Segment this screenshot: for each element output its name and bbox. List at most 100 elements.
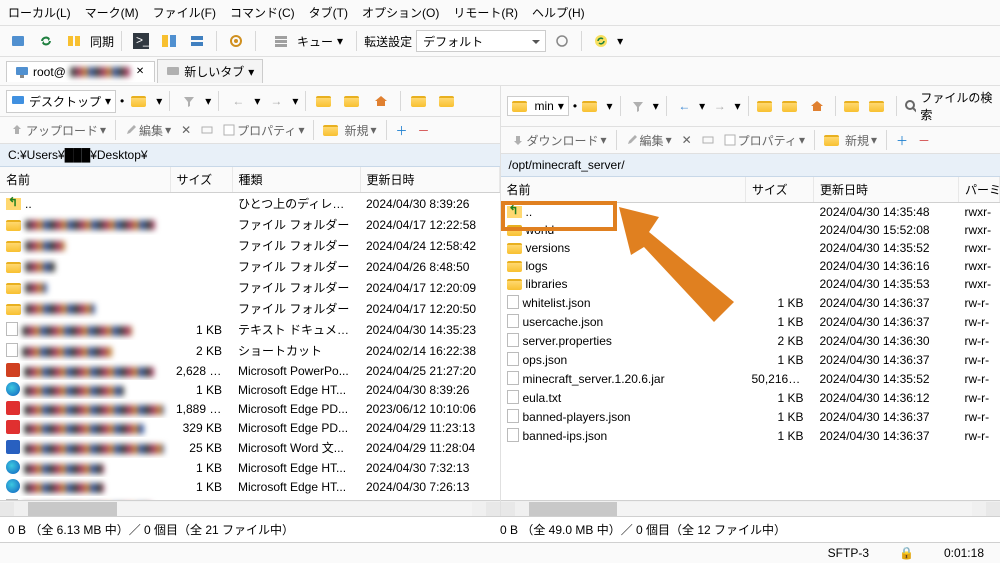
table-row[interactable]: 1 KBテキスト ドキュメント2024/04/30 14:35:23 — [0, 319, 499, 340]
table-row[interactable]: logs2024/04/30 14:36:16rwxr- — [501, 257, 1000, 275]
bookmark-folder-button[interactable] — [408, 89, 432, 113]
table-row[interactable]: ファイル フォルダー2024/04/17 12:22:58 — [0, 214, 499, 235]
new-button[interactable]: 新規 ▾ — [319, 122, 380, 139]
dropdown-arrow-icon[interactable]: ▾ — [617, 34, 623, 48]
menu-file[interactable]: ファイル(F) — [153, 4, 216, 21]
dropdown-arrow-icon[interactable]: ▾ — [337, 34, 343, 48]
properties-button[interactable]: プロパティ ▾ — [219, 122, 308, 139]
menu-remote[interactable]: リモート(R) — [453, 4, 518, 21]
menu-mark[interactable]: マーク(M) — [85, 4, 139, 21]
parent-folder-button[interactable] — [755, 94, 776, 118]
local-file-list[interactable]: 名前 サイズ 種類 更新日時 ..ひとつ上のディレクトリ2024/04/30 8… — [0, 167, 500, 500]
table-row[interactable]: eula.txt1 KB2024/04/30 14:36:12rw-r- — [501, 388, 1000, 407]
rename-button[interactable] — [698, 134, 718, 146]
rename-button[interactable] — [197, 124, 217, 136]
download-button[interactable]: ダウンロード ▾ — [507, 132, 611, 149]
forward-button[interactable]: → — [264, 89, 288, 113]
toolbar-button[interactable] — [185, 29, 209, 53]
table-row[interactable]: 3 KBショートカット2024/04/17 11:40:43 — [0, 496, 499, 500]
table-row[interactable]: whitelist.json1 KB2024/04/30 14:36:37rw-… — [501, 293, 1000, 312]
table-row[interactable]: ..2024/04/30 14:35:48rwxr- — [501, 203, 1000, 222]
table-row[interactable]: ファイル フォルダー2024/04/17 12:20:50 — [0, 298, 499, 319]
table-row[interactable]: ファイル フォルダー2024/04/24 12:58:42 — [0, 235, 499, 256]
root-folder-button[interactable] — [781, 94, 802, 118]
table-row[interactable]: 1,889 KBMicrosoft Edge PD...2023/06/12 1… — [0, 399, 499, 418]
edit-button[interactable]: 編集 ▾ — [622, 132, 676, 149]
col-size[interactable]: サイズ — [746, 177, 814, 203]
home-button[interactable] — [369, 89, 393, 113]
col-name[interactable]: 名前 — [0, 167, 170, 193]
local-location-dropdown[interactable]: デスクトップ ▾ — [6, 90, 116, 113]
col-name[interactable]: 名前 — [501, 177, 746, 203]
parent-folder-button[interactable] — [313, 89, 337, 113]
col-size[interactable]: サイズ — [170, 167, 232, 193]
transfer-settings-button[interactable] — [550, 29, 574, 53]
table-row[interactable]: 329 KBMicrosoft Edge PD...2024/04/29 11:… — [0, 418, 499, 437]
menu-option[interactable]: オプション(O) — [362, 4, 439, 21]
forward-button[interactable]: → — [709, 94, 730, 118]
session-tab[interactable]: root@ ✕ — [6, 61, 155, 82]
table-row[interactable]: 25 KBMicrosoft Word 文...2024/04/29 11:28… — [0, 437, 499, 458]
col-updated[interactable]: 更新日時 — [360, 167, 499, 193]
minus-button[interactable]: － — [414, 122, 434, 139]
local-hscrollbar[interactable] — [0, 500, 500, 516]
remote-hscrollbar[interactable] — [501, 500, 1000, 516]
table-row[interactable]: 1 KBMicrosoft Edge HT...2024/04/30 7:32:… — [0, 458, 499, 477]
delete-button[interactable]: ✕ — [678, 133, 696, 147]
table-row[interactable]: world2024/04/30 15:52:08rwxr- — [501, 221, 1000, 239]
open-folder-button[interactable] — [128, 89, 152, 113]
menu-command[interactable]: コマンド(C) — [230, 4, 295, 21]
menu-local[interactable]: ローカル(L) — [8, 4, 71, 21]
sync-browse-button[interactable] — [62, 29, 86, 53]
new-session-tab[interactable]: 新しいタブ ▾ — [157, 59, 263, 83]
menu-tab[interactable]: タブ(T) — [309, 4, 348, 21]
upload-button[interactable]: アップロード ▾ — [6, 122, 110, 139]
table-row[interactable]: banned-ips.json1 KB2024/04/30 14:36:37rw… — [501, 426, 1000, 445]
compare-button[interactable] — [157, 29, 181, 53]
col-type[interactable]: 種類 — [232, 167, 360, 193]
find-files-button[interactable]: ファイルの検索 — [904, 89, 994, 123]
remote-file-list[interactable]: 名前 サイズ 更新日時 パーミ ..2024/04/30 14:35:48rwx… — [501, 177, 1000, 500]
table-row[interactable]: banned-players.json1 KB2024/04/30 14:36:… — [501, 407, 1000, 426]
options-button[interactable] — [224, 29, 248, 53]
filter-button[interactable] — [177, 89, 201, 113]
delete-button[interactable]: ✕ — [177, 123, 195, 137]
remote-path-bar[interactable]: /opt/minecraft_server/ — [501, 154, 1000, 177]
bookmark-folder-button[interactable] — [842, 94, 863, 118]
table-row[interactable]: server.properties2 KB2024/04/30 14:36:30… — [501, 331, 1000, 350]
table-row[interactable]: libraries2024/04/30 14:35:53rwxr- — [501, 275, 1000, 293]
reconnect-button[interactable] — [589, 29, 613, 53]
root-folder-button[interactable] — [341, 89, 365, 113]
plus-button[interactable]: ＋ — [892, 132, 912, 149]
sync-button[interactable] — [34, 29, 58, 53]
remote-location-dropdown[interactable]: min ▾ — [507, 96, 569, 116]
terminal-button[interactable]: >_ — [129, 29, 153, 53]
table-row[interactable]: usercache.json1 KB2024/04/30 14:36:37rw-… — [501, 312, 1000, 331]
table-row[interactable]: 1 KBMicrosoft Edge HT...2024/04/30 8:39:… — [0, 380, 499, 399]
table-row[interactable]: minecraft_server.1.20.6.jar50,216 KB2024… — [501, 369, 1000, 388]
home-button[interactable] — [806, 94, 827, 118]
properties-button[interactable]: プロパティ ▾ — [720, 132, 809, 149]
plus-button[interactable]: ＋ — [392, 122, 412, 139]
table-row[interactable]: ..ひとつ上のディレクトリ2024/04/30 8:39:26 — [0, 193, 499, 215]
folder-button[interactable] — [868, 94, 889, 118]
back-button[interactable]: ← — [674, 94, 695, 118]
table-row[interactable]: versions2024/04/30 14:35:52rwxr- — [501, 239, 1000, 257]
table-row[interactable]: ファイル フォルダー2024/04/26 8:48:50 — [0, 256, 499, 277]
toolbar-button[interactable] — [6, 29, 30, 53]
open-folder-button[interactable] — [581, 94, 602, 118]
menu-help[interactable]: ヘルプ(H) — [532, 4, 585, 21]
minus-button[interactable]: － — [914, 132, 934, 149]
table-row[interactable]: 2 KBショートカット2024/02/14 16:22:38 — [0, 340, 499, 361]
col-updated[interactable]: 更新日時 — [814, 177, 959, 203]
col-perm[interactable]: パーミ — [959, 177, 1000, 203]
table-row[interactable]: 2,628 KBMicrosoft PowerPo...2024/04/25 2… — [0, 361, 499, 380]
table-row[interactable]: ファイル フォルダー2024/04/17 12:20:09 — [0, 277, 499, 298]
filter-button[interactable] — [627, 94, 648, 118]
table-row[interactable]: 1 KBMicrosoft Edge HT...2024/04/30 7:26:… — [0, 477, 499, 496]
folder-button[interactable] — [436, 89, 460, 113]
table-row[interactable]: ops.json1 KB2024/04/30 14:36:37rw-r- — [501, 350, 1000, 369]
transfer-preset-dropdown[interactable]: デフォルト — [416, 30, 546, 52]
local-path-bar[interactable]: C:¥Users¥███¥Desktop¥ — [0, 144, 500, 167]
edit-button[interactable]: 編集 ▾ — [121, 122, 175, 139]
